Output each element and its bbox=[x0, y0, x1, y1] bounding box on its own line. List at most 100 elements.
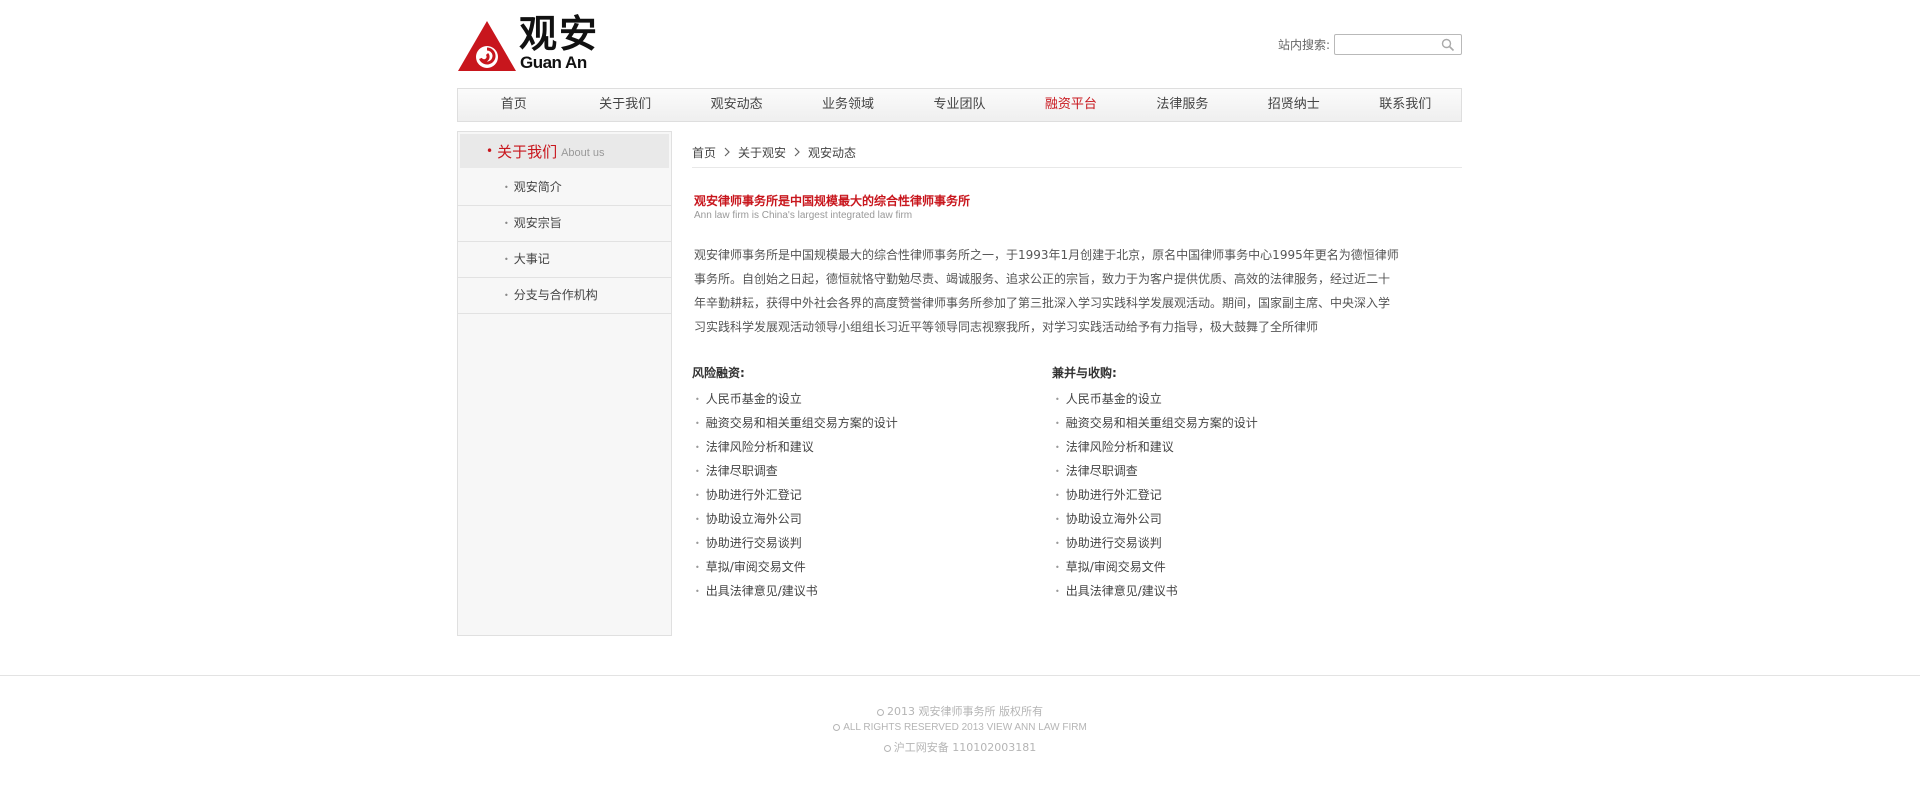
sidebar-subtitle: About us bbox=[561, 146, 605, 159]
logo-name-cn: 观安 bbox=[519, 11, 600, 56]
list-item-text: 出具法律意见/建议书 bbox=[1065, 584, 1178, 598]
list-item: • 协助设立海外公司 bbox=[1052, 507, 1412, 531]
copyright-icon bbox=[877, 709, 884, 716]
nav-item-team[interactable]: 专业团队 bbox=[904, 89, 1015, 121]
list-item-text: 协助进行外汇登记 bbox=[705, 488, 802, 502]
page-wrapper: 观安 Guan An 站内搜索: 首页 关于我们 观安动态 业务领域 专业团队 … bbox=[457, 0, 1462, 646]
bullet-icon: • bbox=[1055, 394, 1060, 404]
bullet-icon: • bbox=[695, 418, 700, 428]
nav-item-careers[interactable]: 招贤纳士 bbox=[1238, 89, 1349, 121]
bullet-icon: • bbox=[1055, 562, 1060, 572]
sidebar: • 关于我们 About us • 观安简介 • 观安宗旨 • 大事记 • 分支与合作机… bbox=[457, 131, 672, 636]
footer-rights: ALL RIGHTS RESERVED 2013 VIEW ANN LAW FI… bbox=[0, 720, 1920, 736]
footer-copyright-text: 2013 观安律师事务所 版权所有 bbox=[887, 705, 1043, 718]
logo-mark-icon bbox=[458, 21, 516, 71]
bullet-icon: • bbox=[504, 255, 509, 264]
logo[interactable]: 观安 Guan An bbox=[457, 12, 609, 73]
footer: 2013 观安律师事务所 版权所有 ALL RIGHTS RESERVED 20… bbox=[0, 675, 1920, 756]
bullet-icon: • bbox=[695, 538, 700, 548]
service-column-mergers-acquisitions: 兼并与收购: • 人民币基金的设立 • 融资交易和相关重组交易方案的设计 • 法律风险… bbox=[1052, 364, 1412, 603]
sidebar-item-label: 分支与合作机构 bbox=[513, 288, 598, 302]
nav-item-financing-platform[interactable]: 融资平台 bbox=[1015, 89, 1126, 121]
list-item-text: 法律风险分析和建议 bbox=[705, 440, 814, 454]
logo-name-en: Guan An bbox=[520, 53, 587, 72]
content-area: • 关于我们 About us • 观安简介 • 观安宗旨 • 大事记 • 分支与合作机… bbox=[457, 131, 1462, 646]
search-box bbox=[1334, 34, 1462, 56]
bullet-icon: • bbox=[504, 291, 509, 300]
bullet-icon: • bbox=[1055, 490, 1060, 500]
article-intro: 观安律师事务所是中国规模最大的综合性律师事务所之一，于1993年1月创建于北京，… bbox=[694, 248, 1399, 334]
search-icon[interactable] bbox=[1441, 38, 1455, 52]
list-item-text: 协助设立海外公司 bbox=[705, 512, 802, 526]
list-item: • 出具法律意见/建议书 bbox=[1052, 579, 1412, 603]
list-item-text: 法律尽职调查 bbox=[1065, 464, 1138, 478]
bullet-icon: • bbox=[504, 183, 509, 192]
sidebar-list: • 观安简介 • 观安宗旨 • 大事记 • 分支与合作机构 bbox=[458, 170, 671, 314]
breadcrumb-home[interactable]: 首页 bbox=[692, 144, 716, 161]
bullet-icon: • bbox=[695, 562, 700, 572]
footer-record-text: 沪工网安备 110102003181 bbox=[893, 741, 1037, 754]
site-search: 站内搜索: bbox=[1277, 34, 1462, 56]
list-item-text: 融资交易和相关重组交易方案的设计 bbox=[1065, 416, 1258, 430]
sidebar-header: • 关于我们 About us bbox=[460, 134, 669, 168]
list-item: • 协助进行外汇登记 bbox=[692, 483, 1052, 507]
footer-rights-text: ALL RIGHTS RESERVED 2013 VIEW ANN LAW FI… bbox=[843, 722, 1087, 733]
service-list: • 人民币基金的设立 • 融资交易和相关重组交易方案的设计 • 法律风险分析和建议 •… bbox=[1052, 387, 1412, 603]
service-column-venture-financing: 风险融资: • 人民币基金的设立 • 融资交易和相关重组交易方案的设计 • 法律风险分… bbox=[692, 364, 1052, 603]
copyright-icon bbox=[833, 724, 841, 731]
bullet-icon: • bbox=[695, 442, 700, 452]
list-item: • 法律尽职调查 bbox=[692, 459, 1052, 483]
sidebar-item-branches[interactable]: • 分支与合作机构 bbox=[458, 278, 671, 314]
nav-item-about[interactable]: 关于我们 bbox=[569, 89, 680, 121]
bullet-icon: • bbox=[1055, 538, 1060, 548]
nav-item-home[interactable]: 首页 bbox=[458, 89, 569, 121]
list-item: • 法律风险分析和建议 bbox=[1052, 435, 1412, 459]
nav-item-legal-services[interactable]: 法律服务 bbox=[1127, 89, 1238, 121]
list-item: • 人民币基金的设立 bbox=[1052, 387, 1412, 411]
chevron-right-icon bbox=[794, 147, 800, 157]
sidebar-item-profile[interactable]: • 观安简介 bbox=[458, 170, 671, 206]
article-title-cn: 观安律师事务所是中国规模最大的综合性律师事务所 bbox=[694, 194, 971, 208]
nav-item-practice-areas[interactable]: 业务领域 bbox=[792, 89, 903, 121]
list-item-text: 出具法律意见/建议书 bbox=[705, 584, 818, 598]
footer-copyright: 2013 观安律师事务所 版权所有 bbox=[0, 704, 1920, 720]
list-item-text: 融资交易和相关重组交易方案的设计 bbox=[705, 416, 898, 430]
nav-item-news[interactable]: 观安动态 bbox=[681, 89, 792, 121]
list-item-text: 人民币基金的设立 bbox=[1065, 392, 1162, 406]
list-item: • 法律尽职调查 bbox=[1052, 459, 1412, 483]
sidebar-item-milestones[interactable]: • 大事记 bbox=[458, 242, 671, 278]
bullet-icon: • bbox=[695, 394, 700, 404]
sidebar-item-label: 观安简介 bbox=[513, 180, 562, 194]
logo-text: 观安 Guan An bbox=[519, 12, 609, 73]
list-item: • 协助进行外汇登记 bbox=[1052, 483, 1412, 507]
search-label: 站内搜索: bbox=[1277, 38, 1330, 52]
list-item: • 融资交易和相关重组交易方案的设计 bbox=[1052, 411, 1412, 435]
list-item: • 法律风险分析和建议 bbox=[692, 435, 1052, 459]
police-badge-icon bbox=[883, 745, 891, 752]
sidebar-title: 关于我们 bbox=[497, 142, 558, 161]
nav-item-contact[interactable]: 联系我们 bbox=[1350, 89, 1461, 121]
search-input[interactable] bbox=[1339, 35, 1443, 56]
footer-record[interactable]: 沪工网安备 110102003181 bbox=[0, 740, 1920, 756]
breadcrumb: 首页 关于观安 观安动态 bbox=[692, 144, 1462, 168]
list-item-text: 协助进行交易谈判 bbox=[1065, 536, 1162, 550]
column-title: 风险融资: bbox=[692, 366, 745, 380]
sidebar-item-mission[interactable]: • 观安宗旨 bbox=[458, 206, 671, 242]
bullet-icon: • bbox=[695, 586, 700, 596]
list-item-text: 人民币基金的设立 bbox=[705, 392, 802, 406]
breadcrumb-current: 观安动态 bbox=[808, 146, 857, 160]
bullet-icon: • bbox=[695, 490, 700, 500]
list-item-text: 法律尽职调查 bbox=[705, 464, 778, 478]
list-item: • 协助进行交易谈判 bbox=[692, 531, 1052, 555]
bullet-icon: • bbox=[486, 144, 494, 158]
list-item: • 草拟/审阅交易文件 bbox=[692, 555, 1052, 579]
bullet-icon: • bbox=[1055, 418, 1060, 428]
chevron-right-icon bbox=[724, 147, 730, 157]
column-title: 兼并与收购: bbox=[1052, 366, 1117, 380]
article-headline: 观安律师事务所是中国规模最大的综合性律师事务所 Ann law firm is … bbox=[694, 192, 1462, 221]
bullet-icon: • bbox=[1055, 514, 1060, 524]
list-item: • 人民币基金的设立 bbox=[692, 387, 1052, 411]
main-nav: 首页 关于我们 观安动态 业务领域 专业团队 融资平台 法律服务 招贤纳士 联系… bbox=[457, 88, 1462, 122]
breadcrumb-about[interactable]: 关于观安 bbox=[738, 144, 786, 161]
sidebar-item-label: 大事记 bbox=[513, 252, 550, 266]
